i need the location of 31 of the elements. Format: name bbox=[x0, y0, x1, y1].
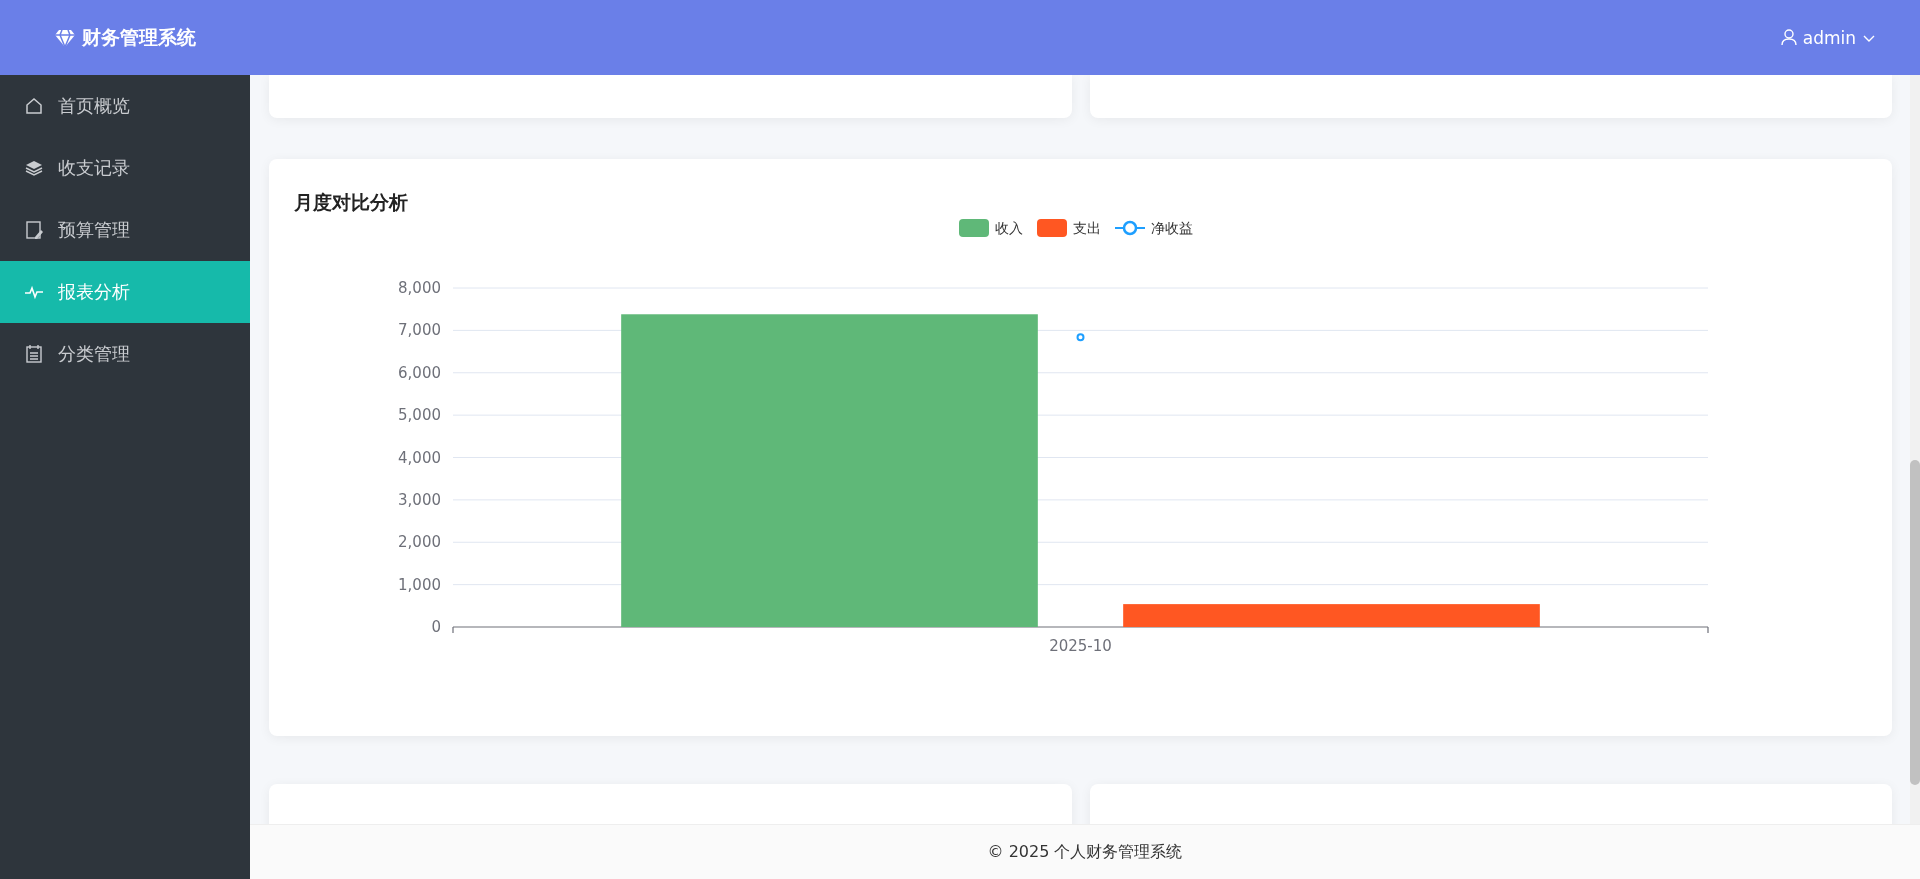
axis-label: 0 bbox=[431, 618, 441, 636]
sidebar-item[interactable]: 首页概览 bbox=[0, 75, 250, 137]
user-menu[interactable]: admin bbox=[1776, 23, 1880, 52]
card-title: 月度对比分析 bbox=[294, 190, 409, 215]
legend-label[interactable]: 支出 bbox=[1073, 220, 1101, 236]
axis-label: 5,000 bbox=[398, 406, 441, 425]
axis-label: 7,000 bbox=[398, 321, 441, 340]
legend-label[interactable]: 净收益 bbox=[1151, 220, 1193, 236]
document-pen-icon bbox=[24, 220, 44, 240]
legend-label[interactable]: 收入 bbox=[995, 220, 1023, 236]
axis-label: 2,000 bbox=[398, 533, 441, 552]
sidebar-item[interactable]: 收支记录 bbox=[0, 137, 250, 199]
axis-label: 6,000 bbox=[398, 363, 441, 382]
layers-icon bbox=[24, 158, 44, 178]
axis-label: 4,000 bbox=[398, 448, 441, 467]
legend-line-icon[interactable] bbox=[1114, 220, 1146, 236]
scrollbar[interactable] bbox=[1910, 75, 1920, 824]
legend-swatch[interactable] bbox=[1037, 219, 1067, 237]
sidebar-item[interactable]: 分类管理 bbox=[0, 323, 250, 385]
list-icon bbox=[24, 344, 44, 364]
footer-text: © 2025 个人财务管理系统 bbox=[987, 841, 1183, 863]
diamond-icon bbox=[54, 27, 76, 48]
axis-label: 8,000 bbox=[398, 279, 441, 297]
user-icon bbox=[1780, 29, 1797, 46]
sidebar-item[interactable]: 预算管理 bbox=[0, 199, 250, 261]
legend-swatch[interactable] bbox=[959, 219, 989, 237]
axis-label: 3,000 bbox=[398, 490, 441, 509]
app-title: 财务管理系统 bbox=[82, 24, 196, 50]
axis-label: 1,000 bbox=[398, 575, 441, 594]
house-icon bbox=[24, 96, 44, 116]
axis-label: 2025-10 bbox=[1049, 637, 1112, 655]
